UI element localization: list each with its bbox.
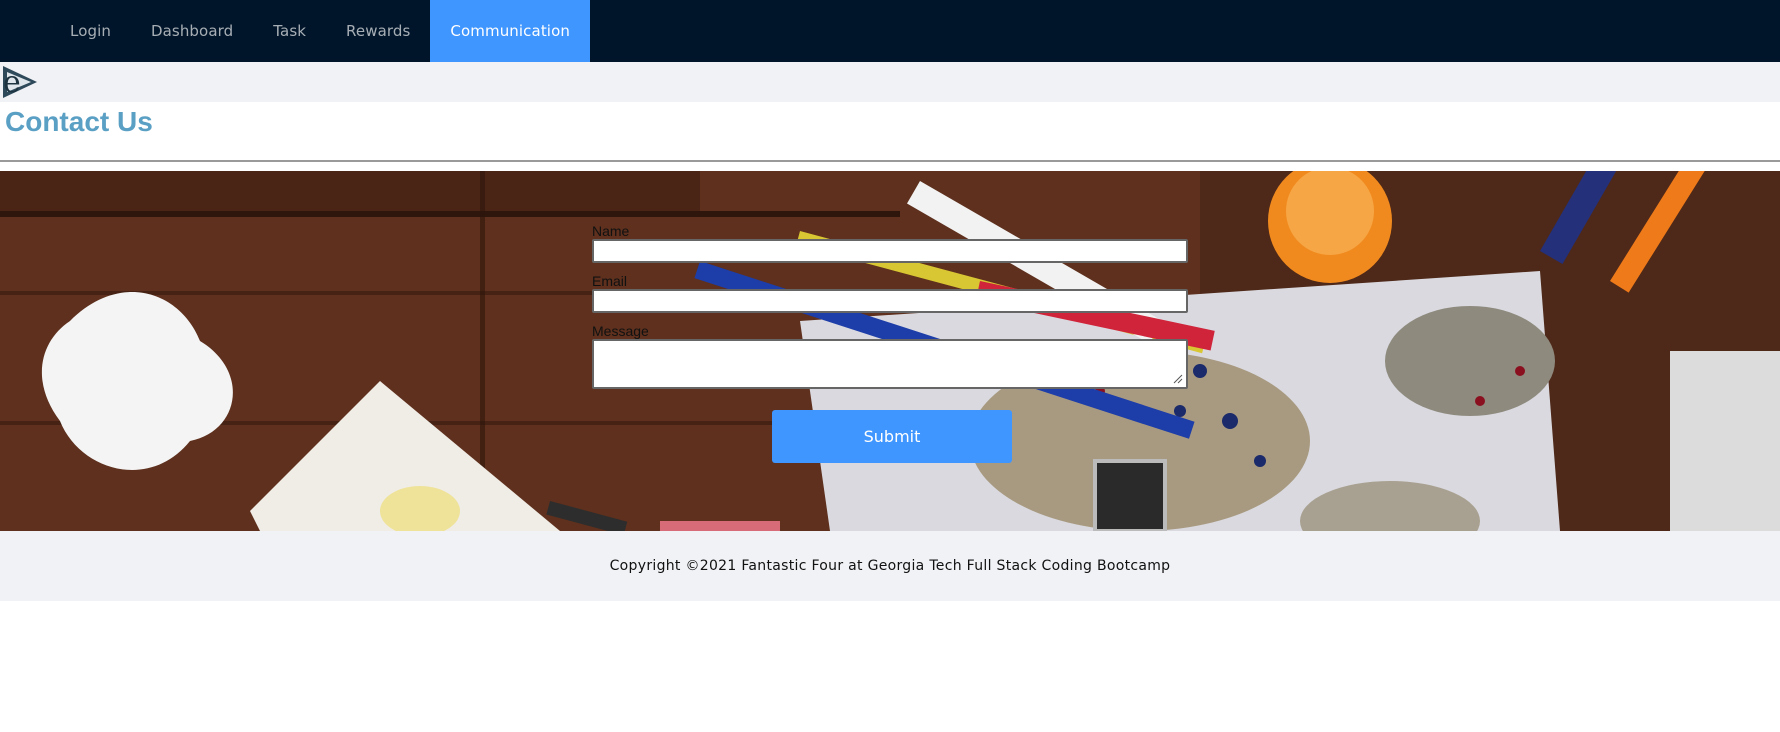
name-label: Name (592, 223, 630, 239)
nav-item-task[interactable]: Task (253, 0, 326, 62)
nav-item-login[interactable]: Login (50, 0, 131, 62)
top-navigation-bar: Login Dashboard Task Rewards Communicati… (0, 0, 1780, 62)
svg-text:e: e (3, 65, 21, 100)
nav-item-communication[interactable]: Communication (430, 0, 590, 62)
message-textarea[interactable] (592, 339, 1188, 389)
page-title: Contact Us (5, 106, 153, 137)
logo-strip (0, 62, 1780, 102)
message-label: Message (592, 323, 649, 339)
name-input[interactable] (592, 239, 1188, 263)
title-band (0, 102, 1780, 162)
resize-grip-icon[interactable] (1173, 374, 1183, 384)
submit-button[interactable]: Submit (772, 410, 1012, 463)
footer: Copyright ©2021 Fantastic Four at Georgi… (0, 531, 1780, 601)
nav-item-dashboard[interactable]: Dashboard (131, 0, 253, 62)
copyright-text: Copyright ©2021 Fantastic Four at Georgi… (609, 558, 1171, 574)
contact-form: Name Email Message Submit (592, 223, 1192, 463)
nav-item-rewards[interactable]: Rewards (326, 0, 430, 62)
email-label: Email (592, 273, 628, 289)
email-input[interactable] (592, 289, 1188, 313)
e-logo-icon[interactable]: e (1, 64, 39, 100)
